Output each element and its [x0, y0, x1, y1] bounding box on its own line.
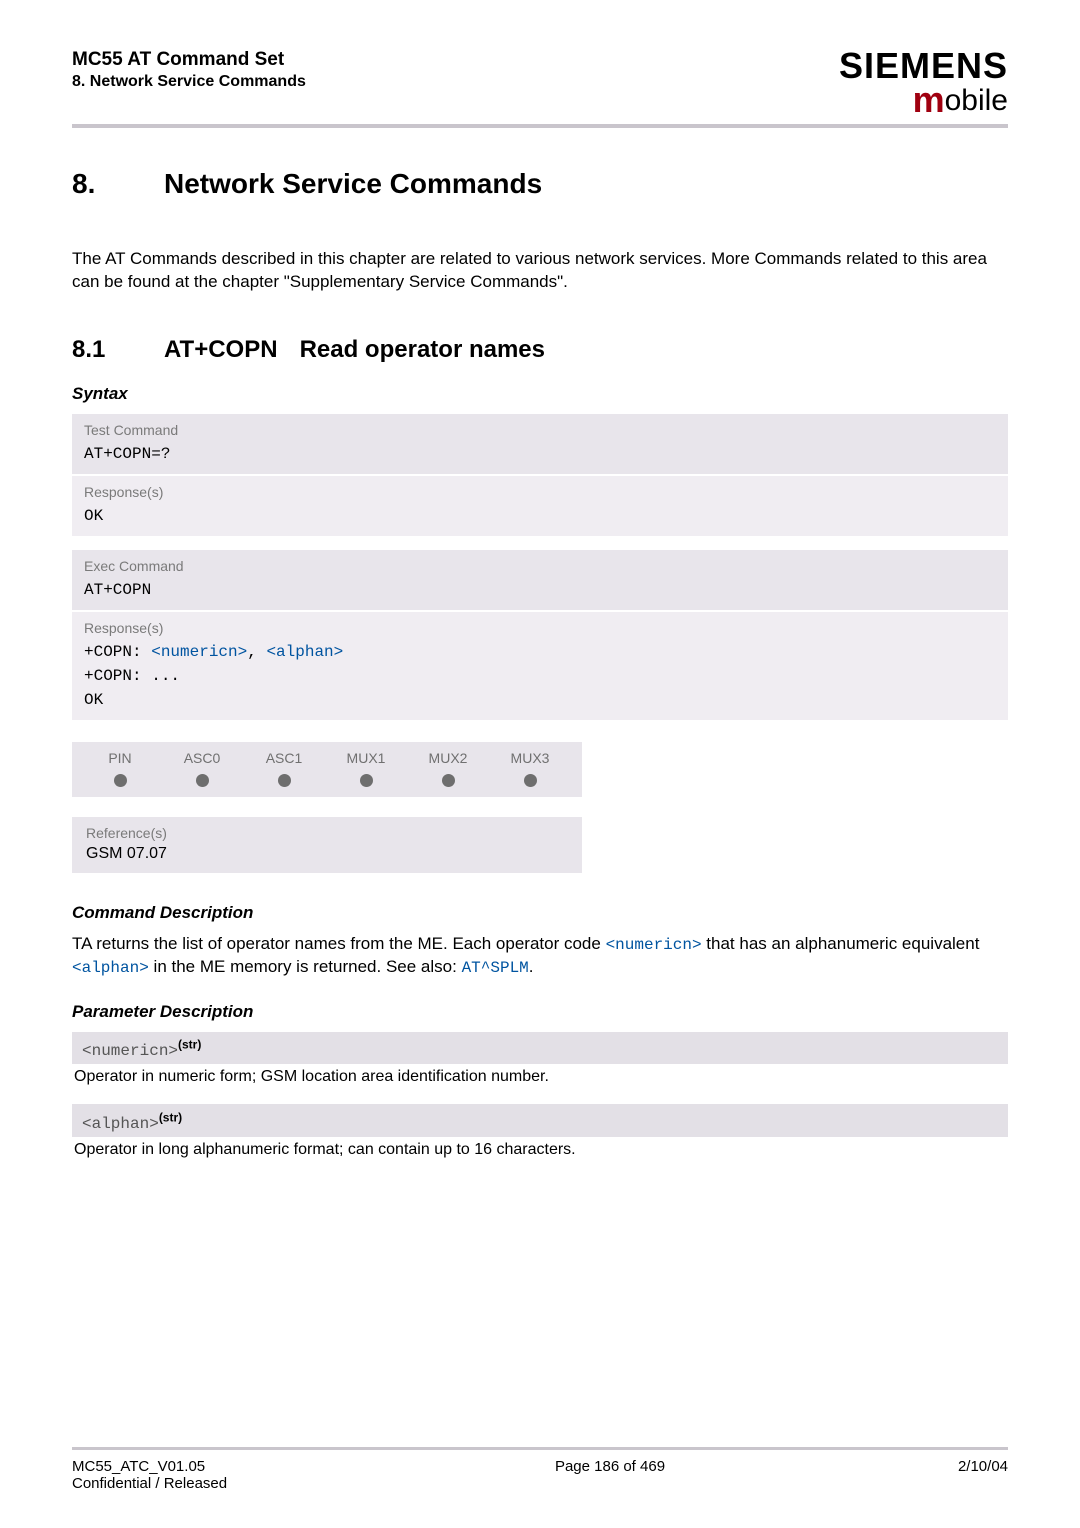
page-footer: MC55_ATC_V01.05 Confidential / Released … [72, 1447, 1008, 1492]
exec-resp-param1: <numericn> [151, 643, 247, 661]
doc-subtitle: 8. Network Service Commands [72, 72, 306, 92]
dot-cell [94, 774, 146, 787]
param-numericn-desc: Operator in numeric form; GSM location a… [74, 1068, 1008, 1086]
param-alphan-name: <alphan> [82, 1115, 159, 1133]
chapter-num: 8. [72, 168, 164, 200]
test-command-label: Test Command [84, 422, 996, 438]
header-left: MC55 AT Command Set 8. Network Service C… [72, 48, 306, 92]
brand-m-glyph: m [913, 79, 945, 120]
brand-block: SIEMENS mobile [839, 48, 1008, 118]
chapter-heading: 8. Network Service Commands [72, 168, 1008, 200]
test-response-text: OK [84, 504, 996, 528]
chapter-intro: The AT Commands described in this chapte… [72, 248, 1008, 294]
pin-col-mux1: MUX1 [340, 750, 392, 766]
section-heading: 8.1 AT+COPN Read operator names [72, 336, 1008, 364]
exec-command-box: Exec Command AT+COPN [72, 550, 1008, 610]
brand-mobile-rest: obile [945, 84, 1008, 117]
cmd-desc-param2: <alphan> [72, 959, 149, 977]
reference-block: Reference(s) GSM 07.07 [72, 817, 582, 873]
dot-cell [504, 774, 556, 787]
footer-doc-version: MC55_ATC_V01.05 [72, 1458, 332, 1475]
footer-divider [72, 1447, 1008, 1450]
exec-resp-param2: <alphan> [266, 643, 343, 661]
param-numericn-name: <numericn> [82, 1042, 178, 1060]
syntax-heading: Syntax [72, 384, 1008, 404]
dot-icon [442, 774, 455, 787]
dot-cell [176, 774, 228, 787]
section-cmd: AT+COPN [164, 336, 278, 364]
doc-title: MC55 AT Command Set [72, 48, 306, 72]
brand-mobile: mobile [839, 82, 1008, 118]
cmd-desc-frag: . [529, 957, 534, 976]
cmd-desc-frag: in the ME memory is returned. See also: [149, 957, 462, 976]
dot-icon [360, 774, 373, 787]
chapter-title: Network Service Commands [164, 168, 542, 200]
param-alphan-desc: Operator in long alphanumeric format; ca… [74, 1141, 1008, 1159]
dot-icon [196, 774, 209, 787]
cmd-desc-frag: that has an alphanumeric equivalent [702, 934, 980, 953]
pin-header-row: PIN ASC0 ASC1 MUX1 MUX2 MUX3 [86, 750, 568, 766]
footer-row: MC55_ATC_V01.05 Confidential / Released … [72, 1458, 1008, 1492]
param-type-sup: (str) [159, 1110, 182, 1124]
section-title: Read operator names [300, 336, 545, 364]
parameter-description-heading: Parameter Description [72, 1002, 1008, 1022]
page-header: MC55 AT Command Set 8. Network Service C… [72, 48, 1008, 118]
test-command-text: AT+COPN=? [84, 442, 996, 466]
param-numericn-code: <numericn>(str) [82, 1042, 201, 1060]
header-divider [72, 124, 1008, 128]
param-alphan-box: <alphan>(str) [72, 1104, 1008, 1136]
cmd-desc-link[interactable]: AT^SPLM [462, 959, 529, 977]
cmd-desc-frag: TA returns the list of operator names fr… [72, 934, 606, 953]
footer-status: Confidential / Released [72, 1475, 332, 1492]
test-response-box: Response(s) OK [72, 476, 1008, 536]
exec-response-line2: +COPN: ... [84, 664, 996, 688]
command-description-heading: Command Description [72, 903, 1008, 923]
pin-col-mux2: MUX2 [422, 750, 474, 766]
test-command-box: Test Command AT+COPN=? [72, 414, 1008, 474]
dot-cell [422, 774, 474, 787]
exec-command-text: AT+COPN [84, 578, 996, 602]
pin-col-asc0: ASC0 [176, 750, 228, 766]
pin-col-mux3: MUX3 [504, 750, 556, 766]
command-description-text: TA returns the list of operator names fr… [72, 933, 1008, 980]
section-num: 8.1 [72, 336, 164, 364]
exec-resp-prefix: +COPN: [84, 643, 151, 661]
param-numericn-box: <numericn>(str) [72, 1032, 1008, 1064]
param-type-sup: (str) [178, 1038, 201, 1052]
footer-page-number: Page 186 of 469 [332, 1458, 888, 1492]
exec-response-label: Response(s) [84, 620, 996, 636]
reference-label: Reference(s) [86, 825, 568, 841]
exec-response-line1: +COPN: <numericn>, <alphan> [84, 640, 996, 664]
exec-resp-comma: , [247, 643, 266, 661]
pin-dot-row [86, 774, 568, 787]
dot-icon [114, 774, 127, 787]
pin-col-pin: PIN [94, 750, 146, 766]
exec-response-box: Response(s) +COPN: <numericn>, <alphan> … [72, 612, 1008, 720]
exec-command-label: Exec Command [84, 558, 996, 574]
exec-response-ok: OK [84, 688, 996, 712]
test-response-label: Response(s) [84, 484, 996, 500]
dot-icon [278, 774, 291, 787]
pin-col-asc1: ASC1 [258, 750, 310, 766]
reference-value: GSM 07.07 [86, 845, 568, 863]
footer-left: MC55_ATC_V01.05 Confidential / Released [72, 1458, 332, 1492]
dot-cell [340, 774, 392, 787]
footer-date: 2/10/04 [888, 1458, 1008, 1492]
dot-cell [258, 774, 310, 787]
param-alphan-code: <alphan>(str) [82, 1115, 182, 1133]
cmd-desc-param1: <numericn> [606, 936, 702, 954]
pin-support-block: PIN ASC0 ASC1 MUX1 MUX2 MUX3 [72, 742, 582, 797]
dot-icon [524, 774, 537, 787]
